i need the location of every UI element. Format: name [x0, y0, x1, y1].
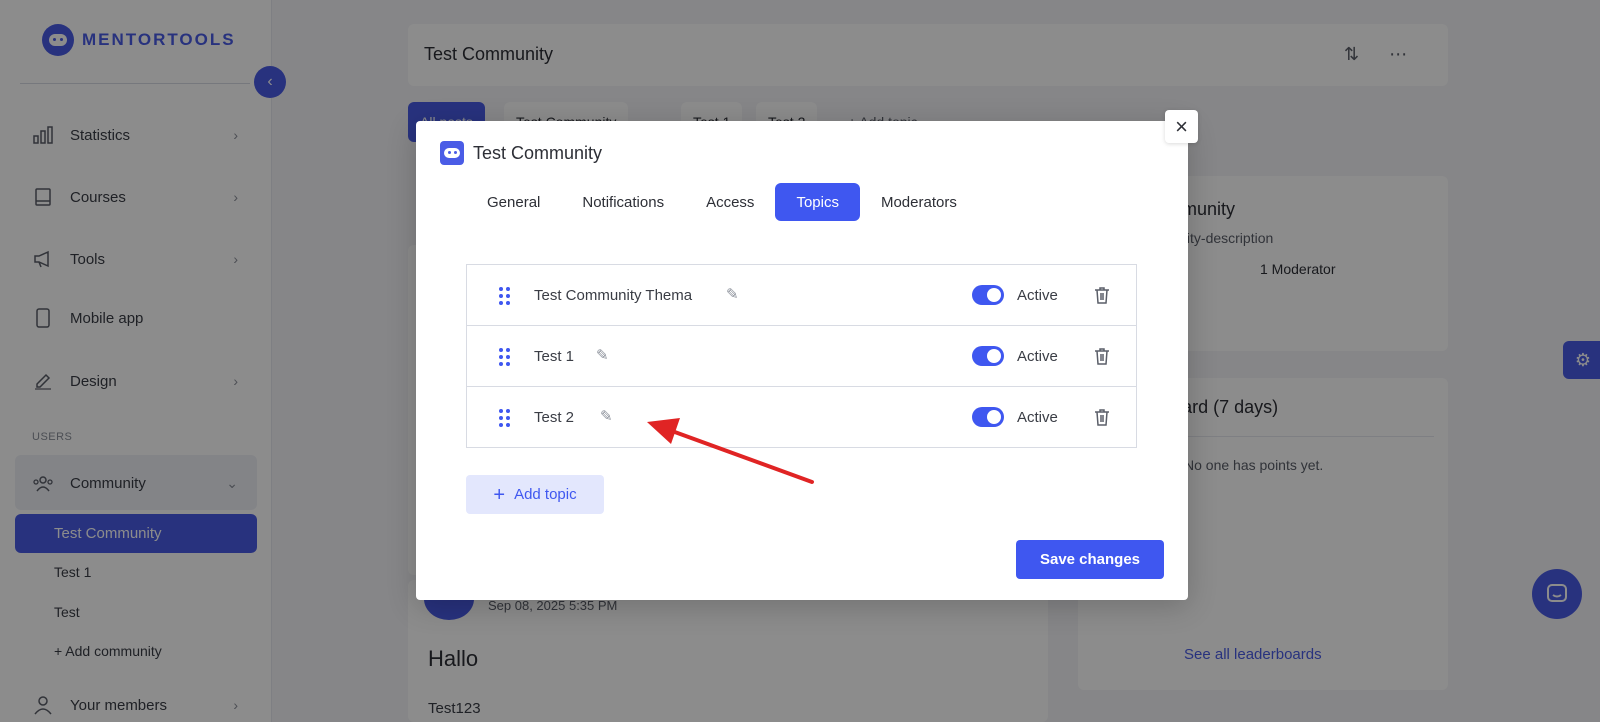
topic-name: Test 2 — [534, 408, 575, 426]
topic-status: Active — [1017, 347, 1058, 365]
robot-logo-icon — [440, 141, 464, 165]
drag-handle-icon[interactable] — [499, 348, 511, 366]
topic-status: Active — [1017, 286, 1058, 304]
topic-active-toggle[interactable] — [972, 407, 1004, 427]
tab-notifications[interactable]: Notifications — [561, 183, 685, 221]
plus-icon: + — [493, 483, 506, 506]
modal-header: Test Community — [440, 141, 602, 165]
add-topic-button[interactable]: + Add topic — [466, 475, 604, 514]
drag-handle-icon[interactable] — [499, 409, 511, 427]
trash-icon[interactable] — [1092, 407, 1112, 427]
close-icon: × — [1175, 113, 1188, 139]
tab-general[interactable]: General — [466, 183, 561, 221]
trash-icon[interactable] — [1092, 346, 1112, 366]
edit-icon[interactable]: ✎ — [726, 287, 742, 303]
modal-title: Test Community — [473, 142, 603, 163]
tab-topics[interactable]: Topics — [775, 183, 860, 221]
add-topic-label: Add topic — [514, 486, 577, 503]
tab-access[interactable]: Access — [685, 183, 775, 221]
topic-active-toggle[interactable] — [972, 285, 1004, 305]
trash-icon[interactable] — [1092, 285, 1112, 305]
topic-name: Test 1 — [534, 347, 575, 365]
topic-row: Test 2 ✎ Active — [467, 387, 1136, 447]
topics-list: Test Community Thema ✎ Active Test 1 ✎ A… — [466, 264, 1137, 448]
topic-row: Test 1 ✎ Active — [467, 326, 1136, 387]
topic-name: Test Community Thema — [534, 286, 693, 304]
drag-handle-icon[interactable] — [499, 287, 511, 305]
modal-tabs: General Notifications Access Topics Mode… — [466, 183, 978, 221]
topic-active-toggle[interactable] — [972, 346, 1004, 366]
close-modal-button[interactable]: × — [1165, 110, 1198, 143]
edit-icon[interactable]: ✎ — [600, 409, 616, 425]
topic-status: Active — [1017, 408, 1058, 426]
community-settings-modal: Test Community General Notifications Acc… — [416, 121, 1188, 600]
tab-moderators[interactable]: Moderators — [860, 183, 978, 221]
topic-row: Test Community Thema ✎ Active — [467, 265, 1136, 326]
edit-icon[interactable]: ✎ — [596, 348, 612, 364]
save-changes-button[interactable]: Save changes — [1016, 540, 1164, 579]
